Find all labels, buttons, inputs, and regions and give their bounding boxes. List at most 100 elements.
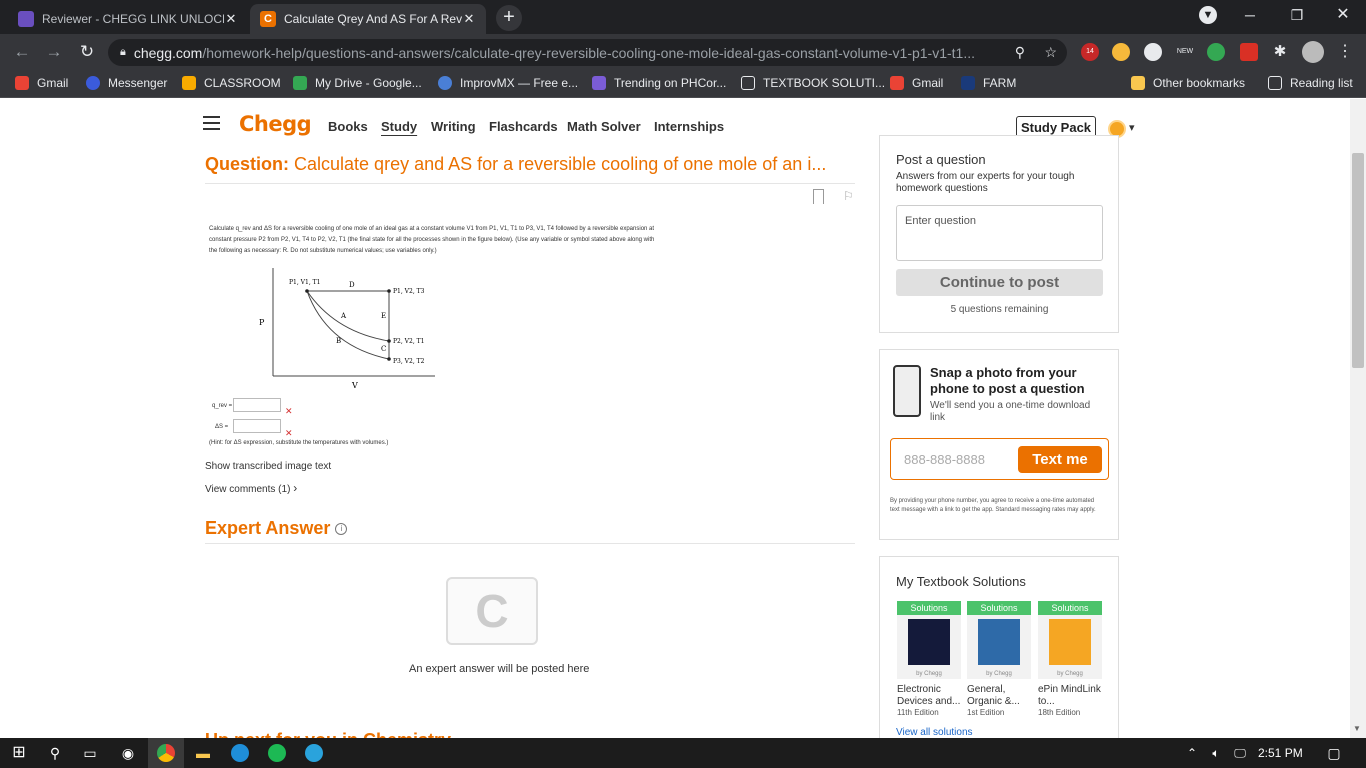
extension-icon[interactable]: [1112, 43, 1130, 61]
textbook-item[interactable]: Solutions by Chegg General, Organic &...…: [967, 601, 1031, 717]
puzzle-icon[interactable]: ✱: [1271, 43, 1289, 61]
bookmark-drive[interactable]: My Drive - Google...: [293, 76, 422, 90]
close-icon[interactable]: ✕: [462, 11, 476, 27]
solutions-badge: Solutions: [967, 601, 1031, 615]
edge-icon[interactable]: [231, 744, 249, 762]
obs-icon[interactable]: ◉: [119, 744, 137, 762]
text-me-button[interactable]: Text me: [1018, 446, 1102, 473]
cube-icon: [592, 76, 606, 90]
bookmark-gmail-2[interactable]: Gmail: [890, 76, 943, 90]
nav-books[interactable]: Books: [328, 119, 368, 134]
nav-flashcards[interactable]: Flashcards: [489, 119, 558, 134]
chevron-up-icon[interactable]: ⌃: [1183, 744, 1201, 762]
cover-image: [978, 619, 1020, 665]
bookmark-phcorner[interactable]: Trending on PHCor...: [592, 76, 726, 90]
other-bookmarks[interactable]: Other bookmarks: [1131, 76, 1245, 90]
point-label: P2, V2, T1: [393, 338, 424, 345]
nav-internships[interactable]: Internships: [654, 119, 724, 134]
telegram-icon[interactable]: [305, 744, 323, 762]
windows-start-icon[interactable]: ⊞: [10, 744, 28, 762]
continue-to-post-button[interactable]: Continue to post: [896, 269, 1103, 296]
grammarly-icon[interactable]: [1207, 43, 1225, 61]
solutions-badge: Solutions: [1038, 601, 1102, 615]
question-text-line: the following as necessary: R. Do not su…: [209, 248, 437, 254]
ch-icon: [741, 76, 755, 90]
lock-icon: 🔒︎: [120, 46, 126, 58]
qrev-input[interactable]: [233, 398, 281, 412]
point-label: P1, V2, T3: [393, 288, 425, 295]
bookmark-messenger[interactable]: Messenger: [86, 76, 167, 90]
new-extension-icon[interactable]: NEW: [1176, 43, 1194, 61]
forward-button[interactable]: →: [43, 41, 65, 63]
zoom-icon[interactable]: ⚲: [1015, 44, 1025, 61]
hint-text: (Hint: for ΔS expression, substitute the…: [209, 440, 389, 446]
view-comments-link[interactable]: View comments (1) ›: [205, 481, 297, 495]
notification-icon[interactable]: ▢: [1325, 744, 1343, 762]
textbook-item[interactable]: Solutions by Chegg ePin MindLink to... 1…: [1038, 601, 1102, 717]
nav-math-solver[interactable]: Math Solver: [567, 119, 641, 134]
show-transcribed-link[interactable]: Show transcribed image text: [205, 461, 331, 472]
state-point: [305, 289, 309, 293]
search-icon[interactable]: ⚲: [46, 744, 64, 762]
divider: [205, 183, 855, 184]
sms-disclaimer: By providing your phone number, you agre…: [890, 498, 1096, 513]
file-explorer-icon[interactable]: ▬: [194, 744, 212, 762]
bookmarks-bar: Gmail Messenger CLASSROOM My Drive - Goo…: [0, 70, 1366, 98]
nav-writing[interactable]: Writing: [431, 119, 476, 134]
star-icon[interactable]: ☆: [1044, 44, 1057, 61]
close-icon[interactable]: ✕: [224, 11, 238, 27]
reload-button[interactable]: ↻: [76, 41, 98, 63]
spotify-icon[interactable]: [268, 744, 286, 762]
extension-icon[interactable]: [1144, 43, 1162, 61]
tab-search-icon[interactable]: ▼: [1190, 4, 1226, 28]
close-window-button[interactable]: ✕: [1325, 4, 1361, 28]
bookmark-classroom[interactable]: CLASSROOM: [182, 76, 281, 90]
info-icon[interactable]: i: [335, 523, 348, 536]
chegg-c-icon: C: [446, 577, 538, 645]
bookmark-improvmx[interactable]: ImprovMX — Free e...: [438, 76, 578, 90]
book-edition: 1st Edition: [967, 708, 1005, 717]
nav-study[interactable]: Study: [381, 119, 417, 134]
chevron-down-icon[interactable]: ▾: [1129, 121, 1135, 134]
question-input[interactable]: Enter question: [896, 205, 1103, 261]
clock[interactable]: 2:51 PM: [1258, 746, 1303, 760]
flag-icon[interactable]: ⚐: [843, 189, 854, 203]
bookmark-icon[interactable]: [813, 189, 824, 204]
chegg-logo[interactable]: Chegg: [239, 112, 312, 136]
cover-image: [1049, 619, 1091, 665]
network-icon[interactable]: 🖵︎: [1231, 744, 1249, 762]
scrollbar-thumb[interactable]: [1352, 153, 1364, 368]
maximize-button[interactable]: ❐: [1279, 4, 1315, 28]
bookmark-farm[interactable]: FARM: [961, 76, 1016, 90]
minimize-button[interactable]: ─: [1232, 4, 1268, 28]
textbook-item[interactable]: Solutions by Chegg Electronic Devices an…: [897, 601, 961, 717]
back-button[interactable]: ←: [11, 41, 33, 63]
gmail-icon: [890, 76, 904, 90]
tab-chegg[interactable]: C Calculate Qrey And AS For A Reve ✕: [250, 4, 486, 34]
path-label: D: [349, 281, 355, 289]
scroll-down-icon[interactable]: ▼: [1353, 724, 1361, 733]
bookmark-gmail[interactable]: Gmail: [15, 76, 68, 90]
phone-input[interactable]: 888-888-8888: [904, 452, 985, 467]
menu-kebab-icon[interactable]: ⋮: [1336, 43, 1354, 61]
volume-icon[interactable]: 🔈︎: [1207, 744, 1225, 762]
reading-list-icon: [1268, 76, 1282, 90]
hamburger-menu-icon[interactable]: [203, 116, 220, 130]
post-question-subtitle: Answers from our experts for your tough …: [896, 171, 1075, 194]
path-label: E: [381, 312, 386, 320]
bookmark-textbook[interactable]: TEXTBOOK SOLUTI...: [741, 76, 885, 90]
new-tab-button[interactable]: +: [496, 5, 522, 31]
tab-reviewer[interactable]: Reviewer - CHEGG LINK UNLOCK ✕: [8, 4, 248, 34]
address-bar[interactable]: 🔒︎ chegg.com /homework-help/questions-an…: [108, 39, 1067, 66]
delta-s-input[interactable]: [233, 419, 281, 433]
task-view-icon[interactable]: ▭: [81, 744, 99, 762]
reading-list[interactable]: Reading list: [1268, 76, 1353, 90]
profile-avatar[interactable]: [1302, 41, 1324, 63]
messenger-icon: [86, 76, 100, 90]
y-axis-label: P: [259, 318, 265, 327]
view-all-solutions-link[interactable]: View all solutions: [896, 727, 973, 738]
extension-icon[interactable]: [1240, 43, 1258, 61]
chrome-taskbar-icon[interactable]: [148, 738, 184, 768]
ublock-extension-icon[interactable]: 14: [1081, 43, 1099, 61]
gmail-icon: [15, 76, 29, 90]
